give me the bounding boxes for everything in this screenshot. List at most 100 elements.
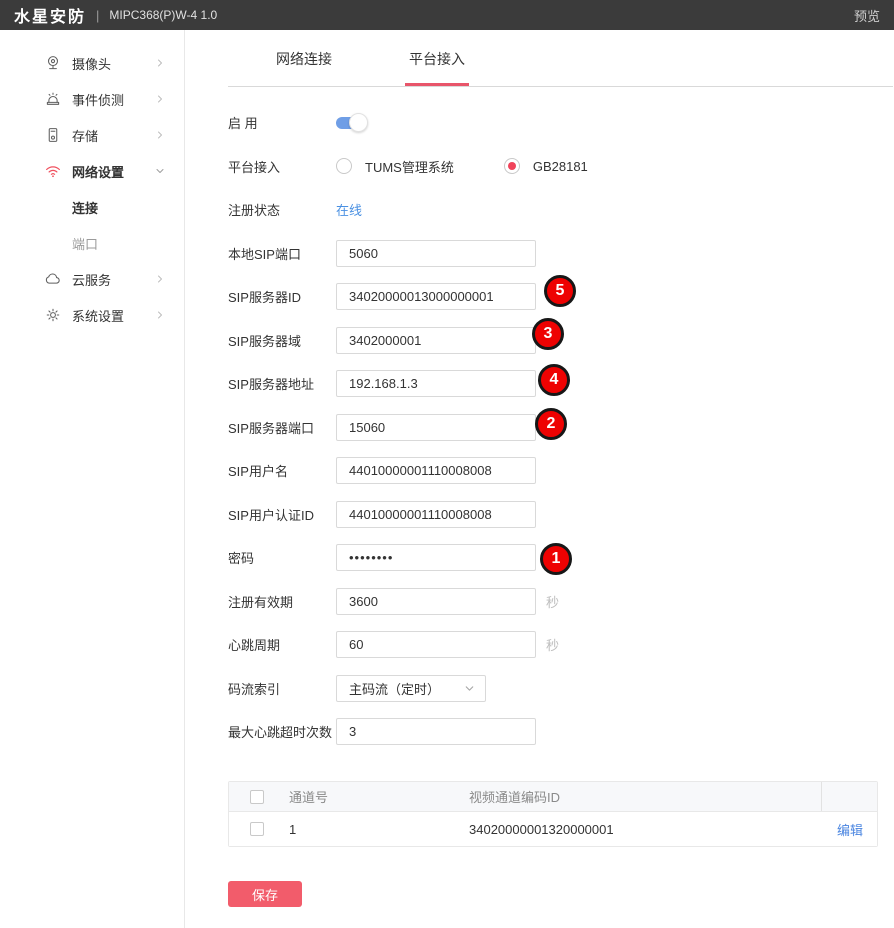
- select-all-checkbox[interactable]: [250, 790, 264, 804]
- sip-server-domain-input[interactable]: [336, 327, 536, 354]
- chevron-down-icon: [154, 165, 166, 177]
- row-checkbox-cell: [229, 822, 289, 836]
- field-label: 码流索引: [228, 679, 336, 698]
- sidebar-item-label: 存储: [72, 126, 98, 145]
- field-label: 注册有效期: [228, 592, 336, 611]
- radio-label: GB28181: [533, 159, 588, 174]
- edit-link[interactable]: 编辑: [837, 823, 863, 838]
- sidebar-item-system-settings[interactable]: 系统设置: [0, 297, 184, 333]
- sidebar-item-label: 系统设置: [72, 306, 124, 325]
- sip-server-domain-row: SIP服务器域 3: [228, 327, 888, 354]
- header-checkbox-cell: [229, 790, 289, 804]
- field-label: SIP服务器ID: [228, 287, 336, 306]
- wifi-icon: [44, 162, 62, 180]
- radio-gb28181[interactable]: GB28181: [504, 158, 588, 174]
- brand-logo: 水星安防: [14, 3, 86, 27]
- sidebar-item-storage[interactable]: 存储: [0, 117, 184, 153]
- status-label: 注册状态: [228, 200, 336, 219]
- annotation-badge: 4: [538, 364, 570, 396]
- field-label: SIP用户名: [228, 461, 336, 480]
- platform-label: 平台接入: [228, 157, 336, 176]
- register-validity-input[interactable]: [336, 588, 536, 615]
- channel-cell: 1: [289, 822, 469, 837]
- sip-server-address-input[interactable]: [336, 370, 536, 397]
- field-label: 本地SIP端口: [228, 244, 336, 263]
- field-label: SIP服务器域: [228, 331, 336, 350]
- sidebar-subitem-port[interactable]: 端口: [0, 225, 184, 261]
- chevron-right-icon: [154, 129, 166, 141]
- platform-access-form: 启 用 平台接入 TUMS管理系统 GB28181 注册状态 在线: [185, 87, 894, 907]
- register-validity-row: 注册有效期 秒: [228, 588, 888, 615]
- annotation-badge: 3: [532, 318, 564, 350]
- toggle-knob: [349, 113, 368, 132]
- cloud-icon: [44, 270, 62, 288]
- sip-server-id-row: SIP服务器ID 5: [228, 283, 888, 310]
- sip-username-input[interactable]: [336, 457, 536, 484]
- sip-auth-id-row: SIP用户认证ID: [228, 501, 888, 528]
- heartbeat-period-row: 心跳周期 秒: [228, 631, 888, 658]
- tab-bar: 网络连接 平台接入: [185, 30, 894, 87]
- sidebar-item-event-detection[interactable]: 事件侦测: [0, 81, 184, 117]
- main-panel: 网络连接 平台接入 启 用 平台接入 TUMS管理系统 GB28181: [185, 30, 894, 928]
- tab-platform-access[interactable]: 平台接入: [409, 30, 465, 87]
- channel-table: 通道号 视频通道编码ID 1 34020000001320000001 编辑: [228, 781, 878, 847]
- preview-link[interactable]: 预览: [854, 6, 880, 25]
- field-label: 最大心跳超时次数: [228, 722, 336, 741]
- annotation-badge: 5: [544, 275, 576, 307]
- radio-label: TUMS管理系统: [365, 157, 454, 176]
- field-label: SIP服务器地址: [228, 374, 336, 393]
- platform-row: 平台接入 TUMS管理系统 GB28181: [228, 153, 888, 180]
- sip-server-port-row: SIP服务器端口 2: [228, 414, 888, 441]
- sidebar-item-label: 事件侦测: [72, 90, 124, 109]
- sidebar-item-camera[interactable]: 摄像头: [0, 45, 184, 81]
- radio-dot-icon: [508, 162, 516, 170]
- sip-auth-id-input[interactable]: [336, 501, 536, 528]
- save-button[interactable]: 保存: [228, 881, 302, 907]
- password-input[interactable]: [336, 544, 536, 571]
- alarm-icon: [44, 90, 62, 108]
- sip-server-address-row: SIP服务器地址 4: [228, 370, 888, 397]
- stream-index-select[interactable]: 主码流（定时）: [336, 675, 486, 702]
- column-header-action: [821, 782, 877, 811]
- enable-label: 启 用: [228, 113, 336, 132]
- radio-circle-icon: [504, 158, 520, 174]
- main-layout: 摄像头 事件侦测 存储: [0, 30, 894, 928]
- enable-row: 启 用: [228, 109, 888, 136]
- heartbeat-period-input[interactable]: [336, 631, 536, 658]
- chevron-right-icon: [154, 273, 166, 285]
- local-sip-port-row: 本地SIP端口: [228, 240, 888, 267]
- status-row: 注册状态 在线: [228, 196, 888, 223]
- sip-server-id-input[interactable]: [336, 283, 536, 310]
- chevron-right-icon: [154, 93, 166, 105]
- gear-icon: [44, 306, 62, 324]
- sip-server-port-input[interactable]: [336, 414, 536, 441]
- sidebar: 摄像头 事件侦测 存储: [0, 30, 185, 928]
- table-header-row: 通道号 视频通道编码ID: [229, 782, 877, 812]
- max-heartbeat-timeout-input[interactable]: [336, 718, 536, 745]
- action-cell: 编辑: [821, 820, 877, 839]
- enable-toggle[interactable]: [336, 117, 366, 129]
- max-heartbeat-timeout-row: 最大心跳超时次数: [228, 718, 888, 745]
- sidebar-item-label: 云服务: [72, 270, 111, 289]
- row-checkbox[interactable]: [250, 822, 264, 836]
- chevron-right-icon: [154, 309, 166, 321]
- sidebar-item-cloud-service[interactable]: 云服务: [0, 261, 184, 297]
- sidebar-subitem-connection[interactable]: 连接: [0, 189, 184, 225]
- column-header-encode-id: 视频通道编码ID: [469, 787, 821, 806]
- unit-label: 秒: [546, 592, 559, 611]
- sidebar-item-network-settings[interactable]: 网络设置: [0, 153, 184, 189]
- radio-circle-icon: [336, 158, 352, 174]
- camera-icon: [44, 54, 62, 72]
- field-label: SIP服务器端口: [228, 418, 336, 437]
- field-label: SIP用户认证ID: [228, 505, 336, 524]
- top-bar: 水星安防 | MIPC368(P)W-4 1.0 预览: [0, 0, 894, 30]
- field-label: 心跳周期: [228, 635, 336, 654]
- chevron-down-icon: [463, 682, 476, 695]
- table-row: 1 34020000001320000001 编辑: [229, 812, 877, 846]
- sidebar-item-label: 摄像头: [72, 54, 111, 73]
- local-sip-port-input[interactable]: [336, 240, 536, 267]
- radio-tums[interactable]: TUMS管理系统: [336, 157, 454, 176]
- tab-network-connection[interactable]: 网络连接: [276, 30, 332, 87]
- annotation-badge: 1: [540, 543, 572, 575]
- device-model: MIPC368(P)W-4 1.0: [109, 8, 217, 22]
